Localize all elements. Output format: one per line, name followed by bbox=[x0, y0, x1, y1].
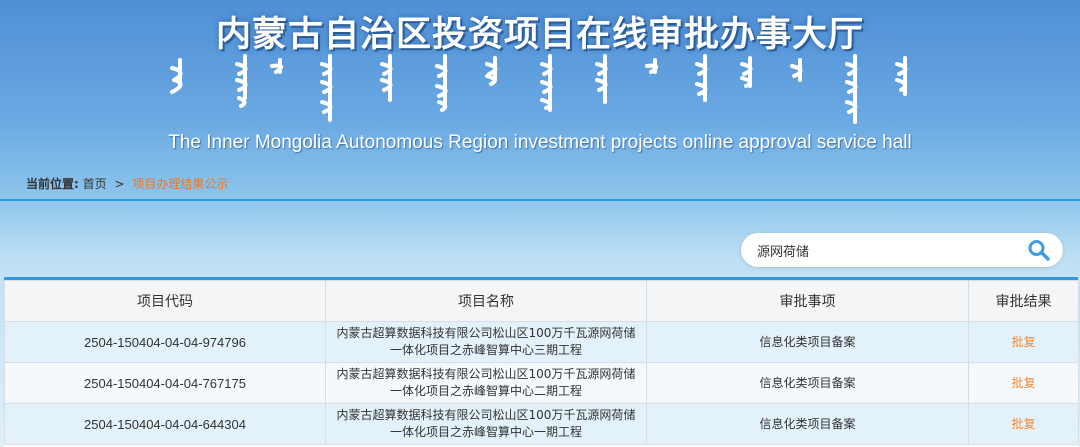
breadcrumb-current-link[interactable]: 项目办理结果公示 bbox=[132, 177, 228, 191]
breadcrumb: 当前位置: 首页 > 项目办理结果公示 bbox=[26, 175, 228, 192]
approval-result-link[interactable]: 批复 bbox=[1011, 376, 1035, 390]
approval-item-cell: 信息化类项目备案 bbox=[646, 403, 969, 445]
column-header-project-name: 项目名称 bbox=[325, 280, 647, 322]
project-name-cell: 内蒙古超算数据科技有限公司松山区100万千瓦源网荷储 一体化项目之赤峰智算中心三… bbox=[325, 321, 647, 363]
breadcrumb-home-link[interactable]: 首页 bbox=[83, 177, 107, 191]
column-header-project-code: 项目代码 bbox=[4, 280, 326, 322]
project-code-cell: 2504-150404-04-04-974796 bbox=[4, 321, 326, 363]
table-row: 2504-150404-04-04-644304 内蒙古超算数据科技有限公司松山… bbox=[4, 403, 1079, 445]
header-banner: 内蒙古自治区投资项目在线审批办事大厅 The Inner Mongolia Au… bbox=[0, 0, 1080, 165]
approval-result-cell: 批复 bbox=[968, 403, 1079, 445]
project-name-line1: 内蒙古超算数据科技有限公司松山区100万千瓦源网荷储 bbox=[336, 408, 636, 422]
project-name-cell: 内蒙古超算数据科技有限公司松山区100万千瓦源网荷储 一体化项目之赤峰智算中心二… bbox=[325, 362, 647, 404]
search-box bbox=[741, 233, 1063, 267]
approval-result-cell: 批复 bbox=[968, 321, 1079, 363]
table-row: 2504-150404-04-04-974796 内蒙古超算数据科技有限公司松山… bbox=[4, 321, 1079, 363]
column-header-approval-result: 审批结果 bbox=[968, 280, 1079, 322]
column-header-approval-item: 审批事项 bbox=[646, 280, 969, 322]
project-name-line2: 一体化项目之赤峰智算中心二期工程 bbox=[389, 384, 582, 398]
approval-result-link[interactable]: 批复 bbox=[1011, 417, 1035, 431]
results-table: 项目代码 项目名称 审批事项 审批结果 2504-150404-04-04-97… bbox=[4, 280, 1079, 445]
table-header-row: 项目代码 项目名称 审批事项 审批结果 bbox=[4, 280, 1079, 322]
search-input[interactable] bbox=[757, 233, 1017, 267]
breadcrumb-separator: > bbox=[114, 177, 125, 191]
mongolian-script-graphic bbox=[170, 54, 908, 124]
search-icon[interactable] bbox=[1027, 239, 1051, 261]
approval-result-cell: 批复 bbox=[968, 362, 1079, 404]
approval-item-cell: 信息化类项目备案 bbox=[646, 321, 969, 363]
mongolian-script-title bbox=[150, 50, 930, 130]
project-name-line2: 一体化项目之赤峰智算中心三期工程 bbox=[389, 343, 582, 357]
approval-result-link[interactable]: 批复 bbox=[1011, 335, 1035, 349]
approval-item-cell: 信息化类项目备案 bbox=[646, 362, 969, 404]
table-row: 2504-150404-04-04-767175 内蒙古超算数据科技有限公司松山… bbox=[4, 362, 1079, 404]
section-divider bbox=[0, 199, 1080, 201]
results-table-container: 项目代码 项目名称 审批事项 审批结果 2504-150404-04-04-97… bbox=[4, 277, 1079, 447]
breadcrumb-label: 当前位置: bbox=[26, 177, 79, 191]
project-name-cell: 内蒙古超算数据科技有限公司松山区100万千瓦源网荷储 一体化项目之赤峰智算中心一… bbox=[325, 403, 647, 445]
project-name-line1: 内蒙古超算数据科技有限公司松山区100万千瓦源网荷储 bbox=[336, 367, 636, 381]
project-code-cell: 2504-150404-04-04-644304 bbox=[4, 403, 326, 445]
project-name-line1: 内蒙古超算数据科技有限公司松山区100万千瓦源网荷储 bbox=[336, 326, 636, 340]
page-subtitle-en: The Inner Mongolia Autonomous Region inv… bbox=[168, 132, 912, 153]
project-code-cell: 2504-150404-04-04-767175 bbox=[4, 362, 326, 404]
project-name-line2: 一体化项目之赤峰智算中心一期工程 bbox=[389, 425, 582, 439]
